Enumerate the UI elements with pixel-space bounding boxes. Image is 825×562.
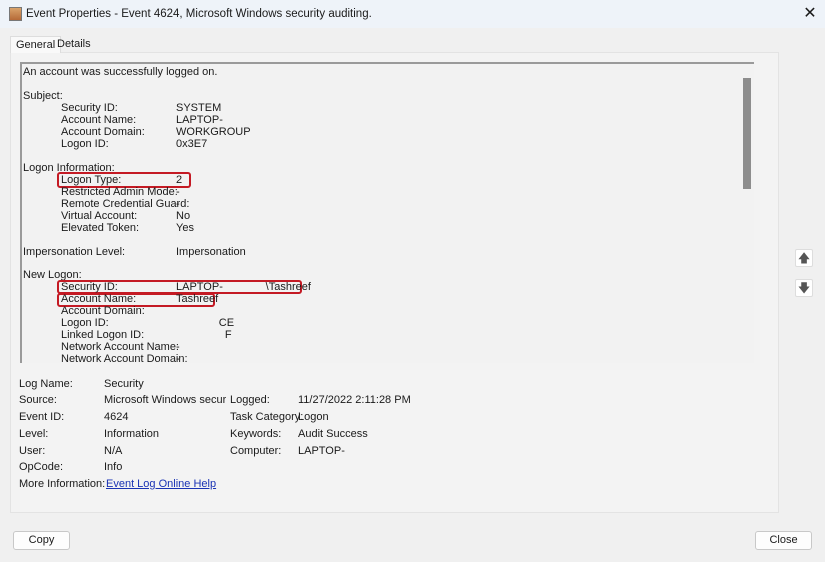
close-window-button[interactable]: ✕: [800, 4, 820, 24]
keywords-label: Keywords:: [230, 428, 282, 440]
logon-info-label: Logon Type:: [61, 174, 122, 186]
new-logon-value: Tashreef: [176, 293, 219, 305]
subject-label: Account Domain:: [61, 126, 145, 138]
logon-info-label: Elevated Token:: [61, 222, 140, 234]
new-logon-value: CE: [176, 317, 235, 329]
new-logon-label: Logon ID:: [61, 317, 109, 329]
subject-value: LAPTOP-: [176, 114, 223, 126]
logon-info-label: Virtual Account:: [61, 210, 138, 222]
tab-details[interactable]: Details: [52, 36, 96, 53]
task-category-value: Logon: [298, 411, 329, 423]
keywords-value: Audit Success: [298, 428, 368, 440]
new-logon-label: Linked Logon ID:: [61, 329, 145, 341]
new-logon-value: -: [176, 353, 180, 365]
new-logon-label: Account Name:: [61, 293, 137, 305]
event-id-label: Event ID:: [19, 411, 65, 423]
logon-info-value: No: [176, 210, 191, 222]
logon-info-value: 2: [176, 174, 183, 186]
logon-info-value: Yes: [176, 222, 194, 234]
opcode-value: Info: [104, 461, 123, 473]
new-logon-label: Network Account Domain:: [61, 353, 188, 365]
subject-header: Subject:: [23, 90, 63, 102]
logged-value: 11/27/2022 2:11:28 PM: [298, 394, 411, 406]
user-value: N/A: [104, 445, 123, 457]
impersonation-value: Impersonation: [176, 246, 246, 258]
source-value: Microsoft Windows security a: [104, 394, 226, 406]
new-logon-value: F: [176, 329, 232, 341]
previous-event-button[interactable]: 🡅: [795, 249, 813, 267]
new-logon-value: -: [176, 341, 180, 353]
copy-button[interactable]: Copy: [13, 531, 70, 550]
subject-value: WORKGROUP: [176, 126, 251, 138]
logon-info-value: -: [176, 186, 180, 198]
source-label: Source:: [19, 394, 57, 406]
new-logon-label: Security ID:: [61, 281, 118, 293]
logon-info-value: -: [176, 198, 180, 210]
impersonation-label: Impersonation Level:: [23, 246, 126, 258]
computer-value: LAPTOP-: [298, 445, 345, 457]
task-category-label: Task Category:: [230, 411, 304, 423]
logged-label: Logged:: [230, 394, 270, 406]
log-name-value: Security: [104, 378, 144, 390]
subject-label: Account Name:: [61, 114, 137, 126]
computer-label: Computer:: [230, 445, 282, 457]
user-label: User:: [19, 445, 46, 457]
new-logon-value: LAPTOP- \Tashreef: [176, 281, 311, 293]
window-title: Event Properties - Event 4624, Microsoft…: [26, 8, 372, 20]
more-info-label: More Information:: [19, 478, 106, 490]
scrollbar-thumb[interactable]: [743, 78, 751, 189]
new-logon-label: Network Account Name:: [61, 341, 179, 353]
logon-info-label: Remote Credential Guard:: [61, 198, 190, 210]
level-label: Level:: [19, 428, 49, 440]
event-id-value: 4624: [104, 411, 129, 423]
subject-label: Security ID:: [61, 102, 118, 114]
subject-value: SYSTEM: [176, 102, 222, 114]
new-logon-label: Account Domain:: [61, 305, 145, 317]
event-log-help-link[interactable]: Event Log Online Help: [106, 478, 216, 490]
next-event-button[interactable]: 🡇: [795, 279, 813, 297]
intro-text: An account was successfully logged on.: [23, 66, 218, 78]
opcode-label: OpCode:: [19, 461, 64, 473]
log-name-label: Log Name:: [19, 378, 73, 390]
logon-info-label: Restricted Admin Mode:: [61, 186, 178, 198]
event-viewer-icon: [9, 7, 22, 21]
subject-label: Logon ID:: [61, 138, 109, 150]
subject-value: 0x3E7: [176, 138, 208, 150]
level-value: Information: [104, 428, 160, 440]
close-button[interactable]: Close: [755, 531, 812, 550]
